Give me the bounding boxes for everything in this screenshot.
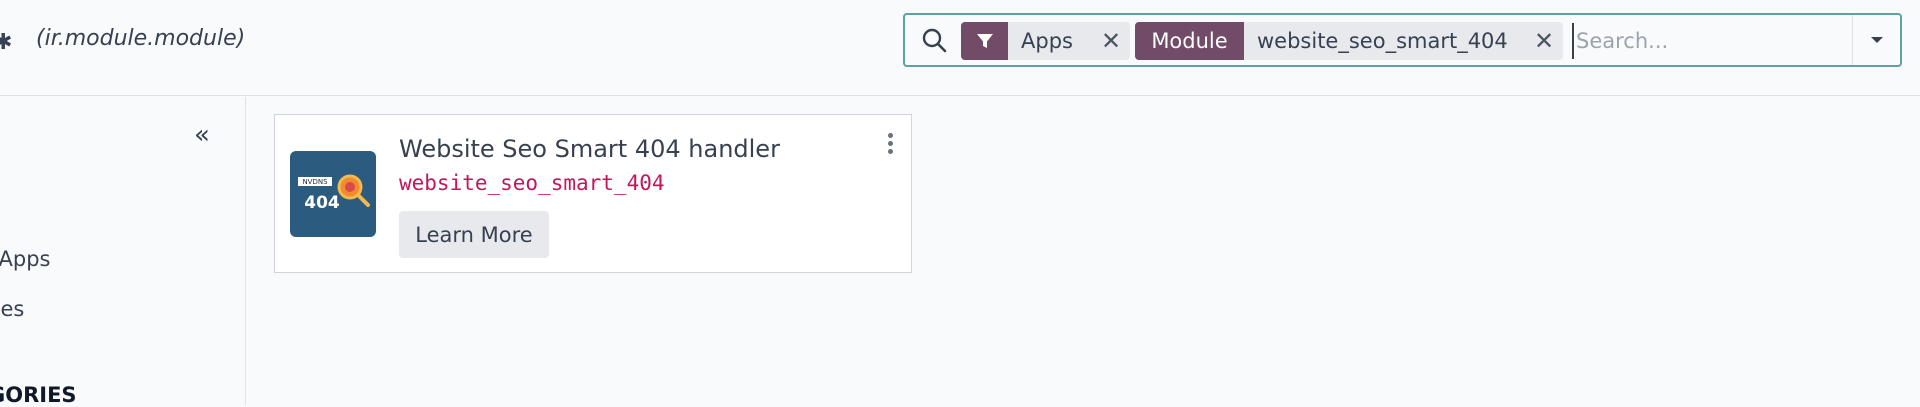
collapse-sidebar-icon[interactable]: « — [194, 120, 210, 150]
facet-value: website_seo_smart_404 — [1257, 29, 1508, 53]
kebab-menu-icon[interactable] — [887, 133, 895, 157]
icon-main-text: 404 — [304, 193, 340, 213]
learn-more-button[interactable]: Learn More — [399, 211, 549, 258]
search-facet-filter: Apps ✕ — [961, 22, 1130, 60]
app-name: Website Seo Smart 404 handler — [399, 135, 780, 163]
control-panel: ✱ (ir.module.module) Apps ✕ Module websi… — [0, 0, 1920, 96]
sidebar: « l Apps ries GORIES — [0, 97, 246, 407]
close-icon[interactable]: ✕ — [1525, 22, 1563, 60]
facet-value: Apps — [1021, 29, 1073, 53]
app-technical-name: website_seo_smart_404 — [399, 171, 665, 195]
sidebar-item-categories[interactable]: ries — [0, 297, 24, 321]
caret-down-icon — [1870, 37, 1883, 43]
app-icon: NVDNS 404 — [290, 151, 376, 237]
sidebar-item-apps[interactable]: l Apps — [0, 247, 50, 271]
close-icon[interactable]: ✕ — [1092, 22, 1130, 60]
app-card[interactable]: NVDNS 404 Website Seo Smart 404 handler … — [274, 114, 912, 273]
sidebar-heading: GORIES — [0, 383, 77, 407]
filter-icon — [961, 22, 1008, 60]
gear-icon[interactable]: ✱ — [0, 30, 12, 55]
search-options-toggle[interactable] — [1852, 15, 1900, 65]
icon-brand-text: NVDNS — [302, 178, 328, 186]
search-icon — [922, 28, 947, 53]
search-input[interactable] — [1572, 23, 1844, 59]
search-facet-module: Module website_seo_smart_404 ✕ — [1135, 22, 1563, 60]
facet-label: Module — [1135, 22, 1244, 60]
search-bar[interactable]: Apps ✕ Module website_seo_smart_404 ✕ — [903, 13, 1902, 67]
breadcrumb-model: (ir.module.module) — [36, 26, 246, 51]
